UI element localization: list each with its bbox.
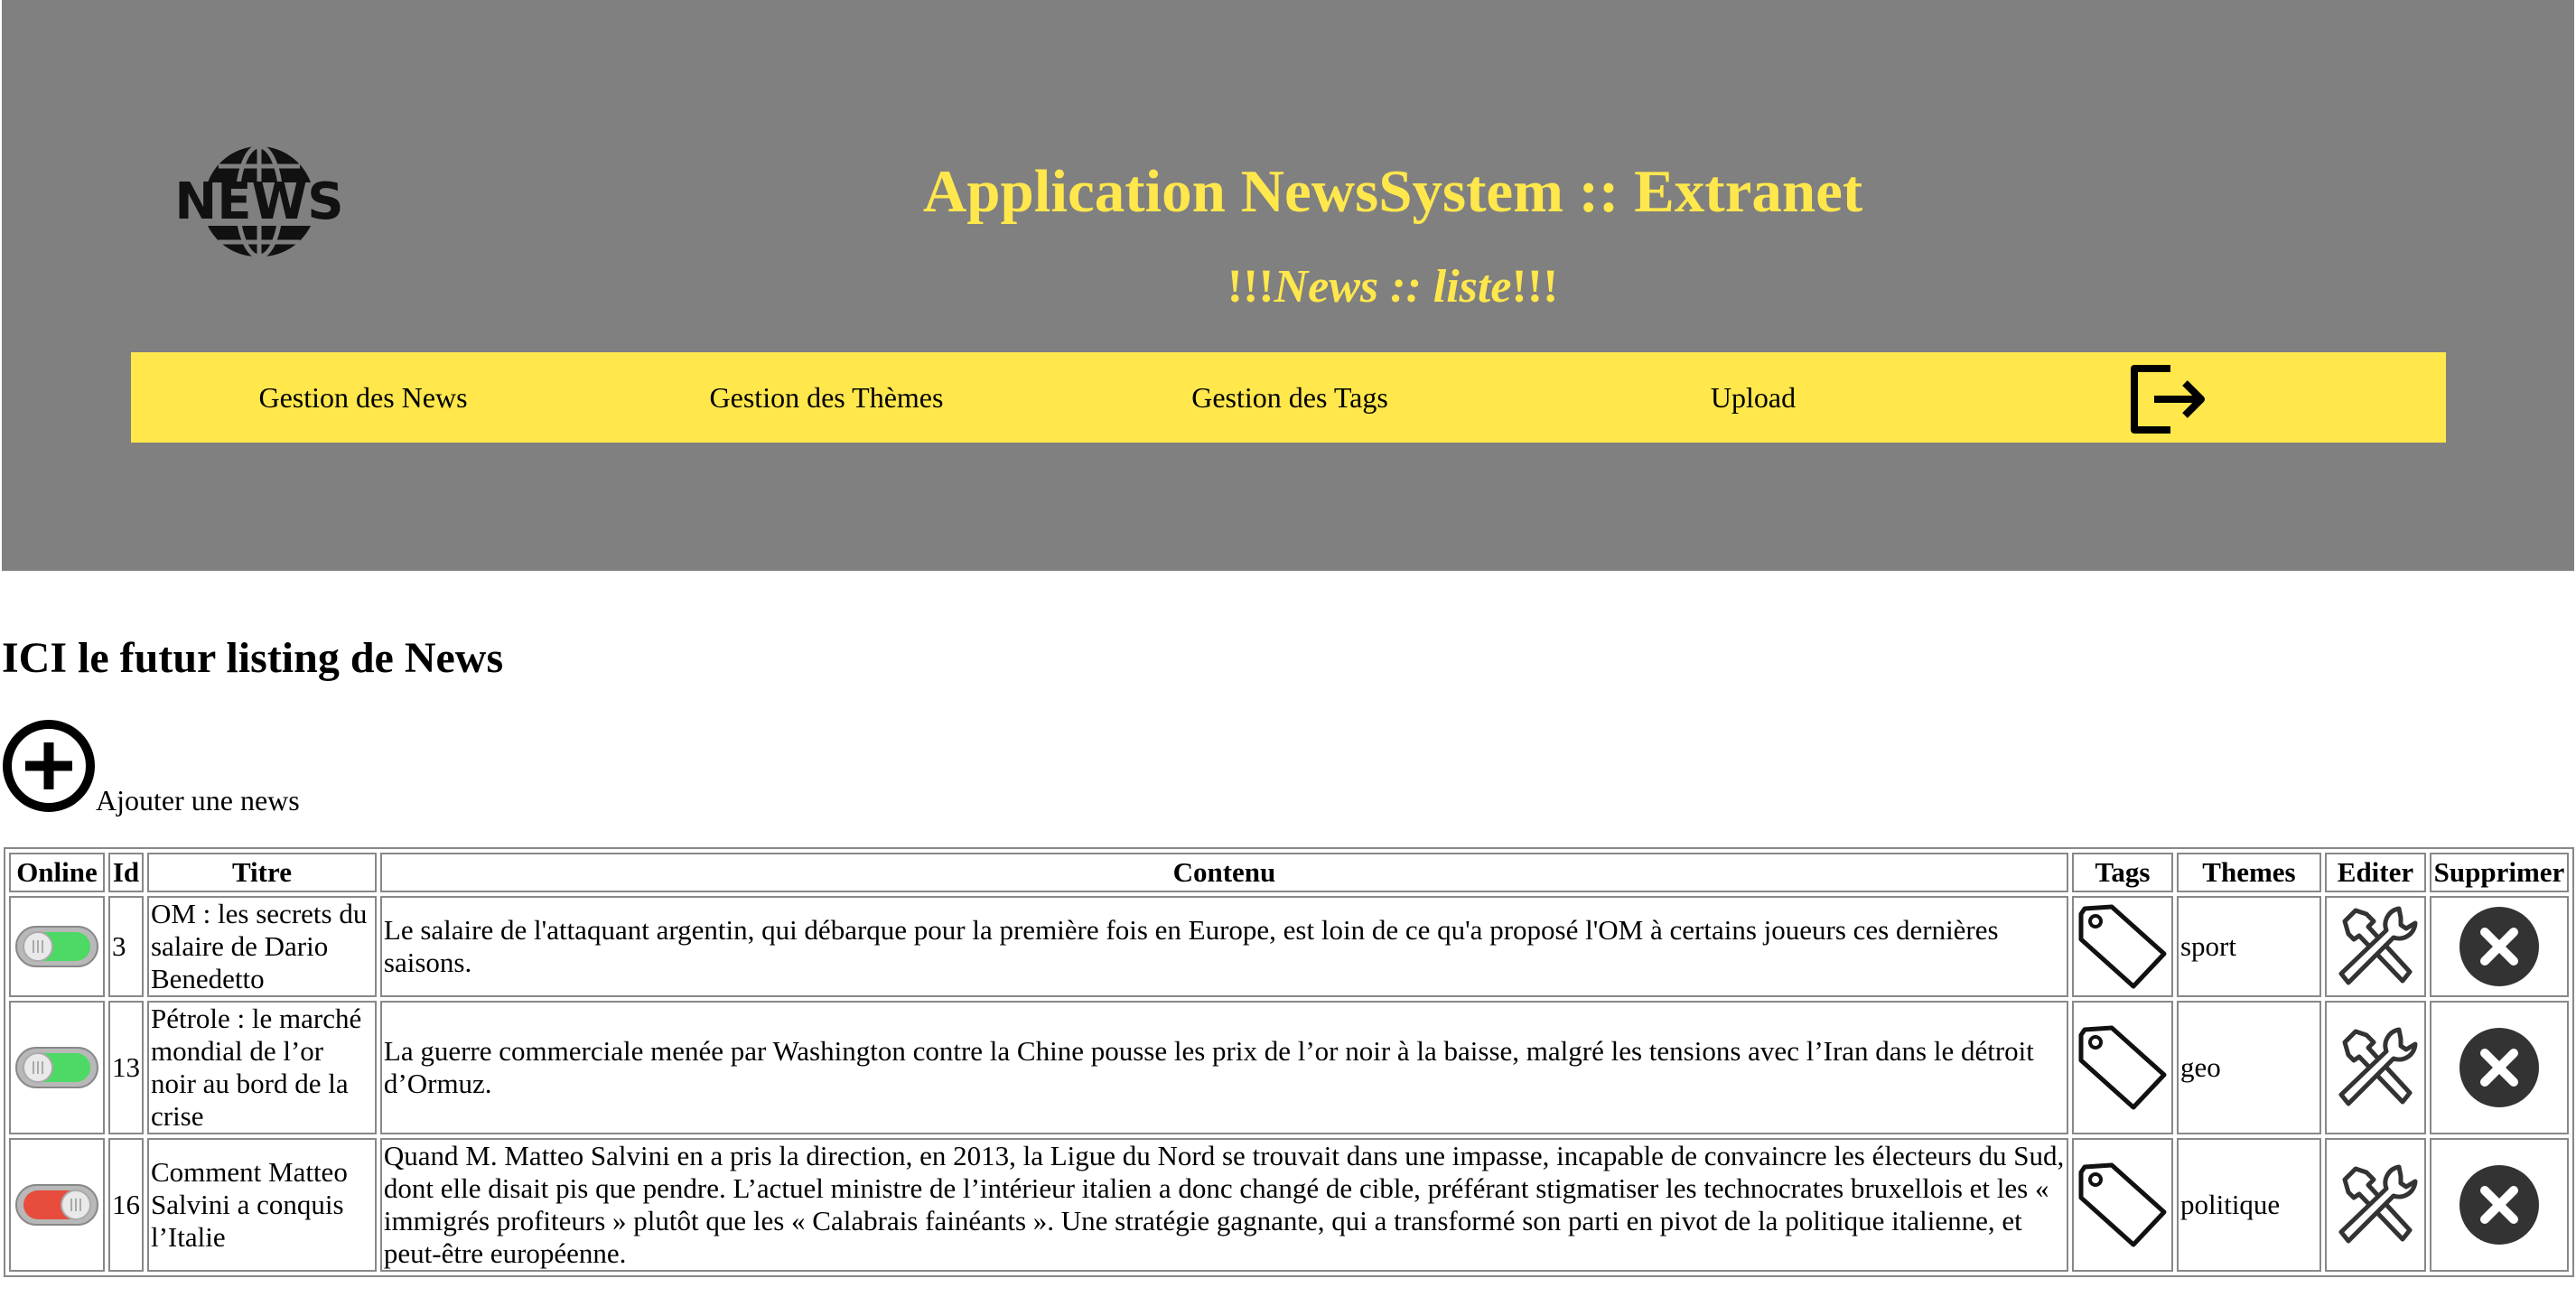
column-header-tags: Tags: [2071, 853, 2173, 892]
tag-icon[interactable]: [2076, 901, 2170, 992]
table-row: 16 Comment Matteo Salvini a conquis l’It…: [9, 1138, 2569, 1272]
edit-cell: [2324, 1138, 2426, 1272]
id-cell: 13: [107, 1001, 144, 1134]
online-cell: [9, 1138, 105, 1272]
edit-cell: [2324, 896, 2426, 997]
titre-cell: Pétrole : le marché mondial de l’or noir…: [146, 1001, 377, 1134]
table-header-row: Online Id Titre Contenu Tags Themes Edit…: [9, 853, 2569, 892]
app-title: Application NewsSystem :: Extranet: [922, 158, 1863, 225]
column-header-titre: Titre: [146, 853, 377, 892]
titre-cell: OM : les secrets du salaire de Dario Ben…: [146, 896, 377, 997]
subtitle-prefix: !!!: [1227, 261, 1274, 313]
tools-icon[interactable]: [2329, 1022, 2422, 1113]
page-title: ICI le futur listing de News: [2, 634, 504, 682]
nav-tags-management[interactable]: Gestion des Tags: [1191, 352, 1388, 443]
theme-cell: politique: [2176, 1138, 2321, 1272]
column-header-contenu: Contenu: [379, 853, 2068, 892]
theme-cell: geo: [2176, 1001, 2321, 1134]
column-header-editer: Editer: [2324, 853, 2426, 892]
plus-circle-icon[interactable]: [2, 719, 96, 813]
tools-icon[interactable]: [2329, 901, 2422, 992]
contenu-cell: La guerre commerciale menée par Washingt…: [379, 1001, 2068, 1134]
table-row: 13 Pétrole : le marché mondial de l’or n…: [9, 1001, 2569, 1134]
tools-icon[interactable]: [2329, 1160, 2422, 1250]
delete-icon[interactable]: [2458, 905, 2541, 988]
subtitle-suffix: !!!: [1511, 261, 1559, 313]
logout-icon[interactable]: [2127, 363, 2208, 435]
table-row: 3 OM : les secrets du salaire de Dario B…: [9, 896, 2569, 997]
toggle-off-icon[interactable]: [14, 1181, 99, 1228]
tags-cell: [2071, 1138, 2173, 1272]
online-cell: [9, 896, 105, 997]
column-header-online: Online: [9, 853, 105, 892]
theme-cell: sport: [2176, 896, 2321, 997]
news-table: Online Id Titre Contenu Tags Themes Edit…: [4, 847, 2574, 1277]
column-header-id: Id: [107, 853, 144, 892]
nav-themes-management[interactable]: Gestion des Thèmes: [710, 352, 944, 443]
delete-icon[interactable]: [2458, 1163, 2541, 1246]
main-navbar: Gestion des News Gestion des Thèmes Gest…: [131, 352, 2446, 443]
titre-cell: Comment Matteo Salvini a conquis l’Itali…: [146, 1138, 377, 1272]
tags-cell: [2071, 896, 2173, 997]
page-header: NEWS Application NewsSystem :: Extranet …: [2, 0, 2574, 571]
contenu-cell: Le salaire de l'attaquant argentin, qui …: [379, 896, 2068, 997]
online-cell: [9, 1001, 105, 1134]
nav-news-management[interactable]: Gestion des News: [258, 352, 467, 443]
delete-cell: [2429, 896, 2569, 997]
toggle-on-icon[interactable]: [14, 1044, 99, 1091]
toggle-on-icon[interactable]: [14, 923, 99, 970]
column-header-supprimer: Supprimer: [2429, 853, 2569, 892]
add-news-link[interactable]: Ajouter une news: [96, 782, 300, 818]
contenu-cell: Quand M. Matteo Salvini en a pris la dir…: [379, 1138, 2068, 1272]
column-header-themes: Themes: [2176, 853, 2321, 892]
subtitle-main: News :: liste: [1274, 261, 1512, 313]
page-subtitle: !!!News :: liste!!!: [2, 258, 2576, 316]
id-cell: 3: [107, 896, 144, 997]
id-cell: 16: [107, 1138, 144, 1272]
tags-cell: [2071, 1001, 2173, 1134]
nav-upload[interactable]: Upload: [1711, 352, 1796, 443]
edit-cell: [2324, 1001, 2426, 1134]
delete-cell: [2429, 1138, 2569, 1272]
delete-cell: [2429, 1001, 2569, 1134]
tag-icon[interactable]: [2076, 1160, 2170, 1250]
delete-icon[interactable]: [2458, 1026, 2541, 1109]
tag-icon[interactable]: [2076, 1022, 2170, 1113]
